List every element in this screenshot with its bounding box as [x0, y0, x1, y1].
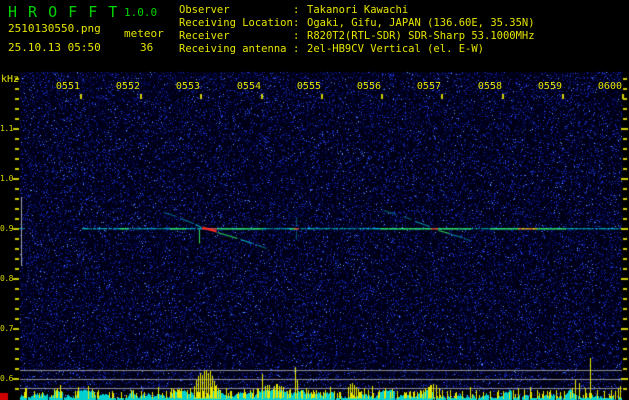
info-separator: :	[293, 43, 300, 55]
spectrogram-canvas	[0, 0, 629, 400]
mode-label: meteor	[124, 27, 164, 40]
info-row: Receiver: R820T2(RTL-SDR) SDR-Sharp 53.10…	[179, 30, 535, 43]
info-value: R820T2(RTL-SDR) SDR-Sharp 53.1000MHz	[307, 30, 535, 42]
x-tick-label: 0600	[597, 81, 622, 92]
y-tick-label: 0.8	[0, 274, 13, 283]
info-row: Receiving Location: Ogaki, Gifu, JAPAN (1…	[179, 17, 535, 30]
info-value: Takanori Kawachi	[307, 4, 409, 16]
x-tick-label: 0551	[55, 81, 80, 92]
x-tick-label: 0559	[537, 81, 562, 92]
date-time: 25.10.13 05:50	[8, 41, 101, 54]
info-value: 2el-HB9CV Vertical (el. E-W)	[307, 43, 485, 55]
info-label: Receiver	[179, 30, 230, 42]
app-version: 1.0.0	[124, 6, 158, 19]
info-label: Receiving Location	[179, 17, 293, 29]
x-tick-label: 0555	[296, 81, 321, 92]
y-tick-label: 0.7	[0, 324, 13, 333]
station-info-block: Observer: Takanori Kawachi Receiving Locat…	[179, 4, 535, 56]
y-tick-label: 0.9	[0, 224, 13, 233]
hrofft-window: H R O F F T 1.0.0 2510130550.png meteor …	[0, 0, 629, 400]
x-tick-label: 0552	[115, 81, 140, 92]
info-separator: :	[293, 4, 300, 16]
x-tick-label: 0556	[356, 81, 381, 92]
info-label: Observer	[179, 4, 230, 16]
y-tick-label: 1.0	[0, 174, 13, 183]
info-value: Ogaki, Gifu, JAPAN (136.60E, 35.35N)	[307, 17, 535, 29]
y-axis-unit: kHz	[1, 74, 20, 85]
info-separator: :	[293, 17, 300, 29]
info-label: Receiving antenna	[179, 43, 287, 55]
info-separator: :	[293, 30, 300, 42]
x-tick-label: 0558	[477, 81, 502, 92]
echo-count: 36	[140, 41, 154, 54]
x-tick-label: 0554	[236, 81, 261, 92]
app-title: H R O F F T	[8, 3, 119, 21]
x-tick-label: 0557	[416, 81, 441, 92]
info-row: Observer: Takanori Kawachi	[179, 4, 535, 17]
y-tick-label: 1.1	[0, 124, 13, 133]
output-filename: 2510130550.png	[8, 22, 101, 35]
x-tick-label: 0553	[175, 81, 200, 92]
info-row: Receiving antenna:2el-HB9CV Vertical (el…	[179, 43, 535, 56]
y-tick-label: 0.6	[0, 374, 13, 383]
